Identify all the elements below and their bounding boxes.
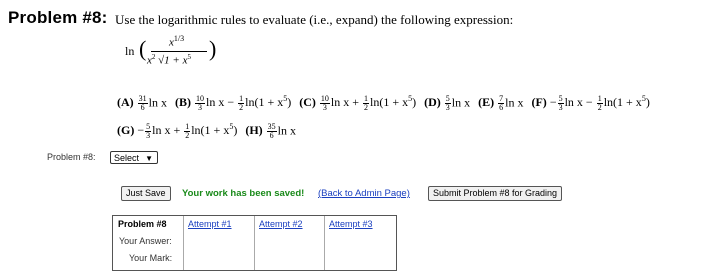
column-divider [183, 216, 184, 270]
chevron-down-icon: ▼ [145, 154, 153, 163]
column-divider [254, 216, 255, 270]
attempts-table-title: Problem #8 [118, 219, 167, 229]
problem-heading: Problem #8: [8, 8, 108, 27]
saved-message: Your work has been saved! [182, 188, 305, 199]
answer-select[interactable]: Select ▼ [110, 151, 158, 164]
back-to-admin-link[interactable]: (Back to Admin Page) [318, 188, 410, 199]
fraction: 53 [145, 121, 152, 140]
expression-close-paren: ) [209, 36, 217, 61]
expression: ln ( x1/3 x2 √1 + x5 ) [125, 34, 265, 70]
expression-ln: ln [125, 44, 135, 58]
fraction: 12 [363, 93, 370, 112]
fraction: 53 [557, 93, 564, 112]
your-answer-label: Your Answer: [119, 236, 172, 246]
answer-choice: (D) 5 3 ln x [424, 93, 471, 112]
answer-choice: (B) 10 3 ln x − 1 2 ln(1 + x5) [175, 93, 292, 112]
fraction: 12 [238, 93, 245, 112]
select-label: Problem #8: [47, 152, 96, 162]
attempt-2-link[interactable]: Attempt #2 [259, 219, 303, 229]
fraction-bar [151, 51, 207, 52]
expression-open-paren: ( [139, 36, 147, 61]
choices-row-2: (G) −5 3 ln x + 1 2 ln(1 + x5) (H) 35 6 ln x [117, 122, 304, 140]
answer-choice: (G) −5 3 ln x + 1 2 ln(1 + x5) [117, 121, 238, 140]
fraction: 12 [596, 93, 603, 112]
fraction: 10 3 [195, 93, 206, 112]
your-mark-label: Your Mark: [129, 253, 173, 263]
answer-choice: (C) 10 3 ln x + 1 2 ln(1 + x5) [299, 93, 417, 112]
attempts-table: Problem #8 Attempt #1 Attempt #2 Attempt… [112, 215, 397, 271]
answer-choice: (A) 31 6 ln x [117, 93, 168, 112]
attempt-3-link[interactable]: Attempt #3 [329, 219, 373, 229]
choices-row-1: (A) 31 6 ln x (B) 10 3 ln x − 1 2 ln(1 + x5) (C) 10… [117, 94, 658, 112]
just-save-button[interactable]: Just Save [121, 186, 171, 201]
column-divider [324, 216, 325, 270]
fraction: 10 3 [319, 93, 330, 112]
fraction: 53 [444, 93, 451, 112]
fraction: 76 [498, 93, 505, 112]
fraction: 12 [184, 121, 191, 140]
answer-choice: (E) 7 6 ln x [478, 93, 524, 112]
expression-numerator: x1/3 [169, 34, 185, 49]
submit-button[interactable]: Submit Problem #8 for Grading [428, 186, 563, 201]
attempt-1-link[interactable]: Attempt #1 [188, 219, 232, 229]
fraction: 31 6 [137, 93, 148, 112]
problem-instructions: Use the logarithmic rules to evaluate (i… [115, 12, 514, 27]
answer-choice: (H) 35 6 ln x [245, 121, 296, 140]
answer-choice: (F) −5 3 ln x − 1 2 ln(1 + x5) [531, 93, 650, 112]
answer-select-value: Select [114, 153, 140, 163]
expression-denominator: x2 √1 + x5 [147, 53, 191, 67]
fraction: 35 6 [266, 121, 277, 140]
